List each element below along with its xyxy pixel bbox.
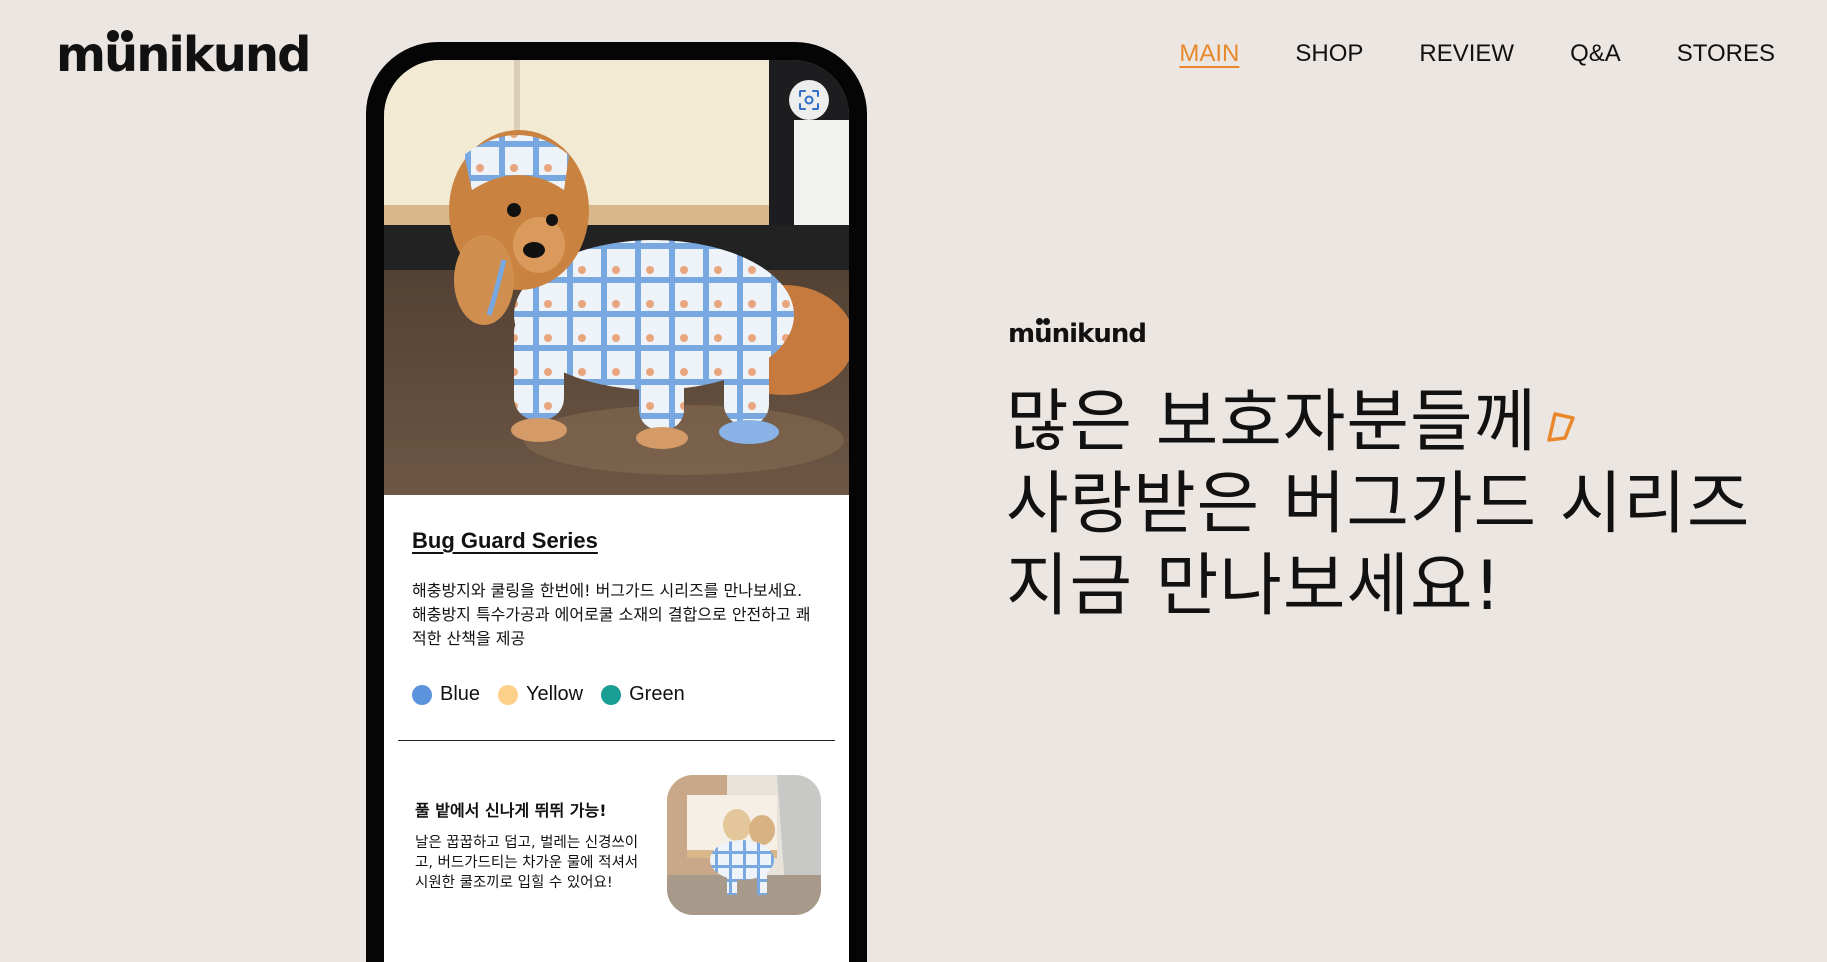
logo-text-rest: nikund (136, 27, 311, 83)
product-photo (384, 60, 849, 495)
phone-mockup: Bug Guard Series 해충방지와 쿨링을 한번에! 버그가드 시리즈… (366, 42, 867, 962)
sparkle-icon (1547, 412, 1575, 443)
divider (398, 740, 835, 741)
color-options: Blue Yellow Green (412, 683, 685, 706)
logo-ears-icon (107, 30, 134, 44)
scan-focus-icon (799, 90, 819, 110)
logo-text-m: m (56, 27, 106, 83)
feature-description: 날은 꿉꿉하고 덥고, 벌레는 신경쓰이고, 버드가드티는 차가운 물에 적셔서… (415, 835, 639, 891)
color-option-green[interactable]: Green (601, 683, 685, 706)
product-title[interactable]: Bug Guard Series (412, 528, 598, 554)
hero-brand-logo: m unikund (1008, 318, 1147, 349)
scan-button[interactable] (789, 80, 829, 120)
hero-line-2: 사랑받은 버그가드 시리즈 (1006, 465, 1751, 544)
logo-ears-icon (1035, 318, 1050, 326)
phone-screen: Bug Guard Series 해충방지와 쿨링을 한번에! 버그가드 시리즈… (384, 60, 849, 962)
product-description: 해충방지와 쿨링을 한번에! 버그가드 시리즈를 만나보세요. 해충방지 특수가… (412, 581, 811, 648)
brand-logo[interactable]: m unikund (56, 24, 311, 86)
nav-qa[interactable]: Q&A (1570, 40, 1621, 68)
hero-line-3: 지금 만나보세요! (1006, 547, 1502, 626)
nav-stores[interactable]: STORES (1677, 40, 1775, 68)
color-swatch-green (601, 684, 622, 705)
feature-title: 풀 밭에서 신나게 뛰뛰 가능! (415, 801, 607, 820)
hero-line-1: 많은 보호자분들께 (1006, 382, 1750, 464)
nav-main[interactable]: MAIN (1179, 40, 1239, 68)
color-swatch-yellow (498, 684, 519, 705)
logo-u-with-ears: u (104, 27, 138, 83)
color-swatch-blue (412, 684, 432, 705)
color-option-blue[interactable]: Blue (412, 683, 480, 706)
feature-thumbnail (667, 775, 821, 915)
hero-headline: 많은 보호자분들께 사랑받은 버그가드 시리즈 지금 만나보세요! (1006, 382, 1750, 628)
main-nav: MAIN SHOP REVIEW Q&A STORES (1179, 40, 1775, 68)
nav-shop[interactable]: SHOP (1295, 40, 1363, 68)
color-option-yellow[interactable]: Yellow (498, 683, 583, 706)
nav-review[interactable]: REVIEW (1419, 40, 1514, 68)
